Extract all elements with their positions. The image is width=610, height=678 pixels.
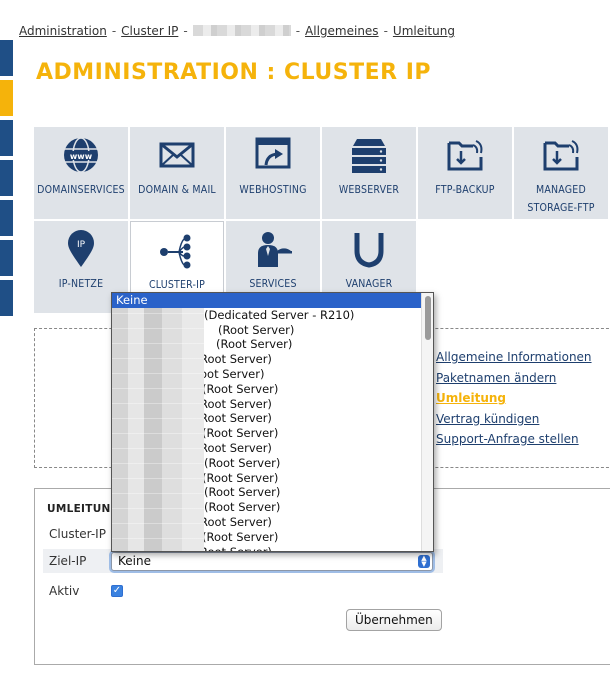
tile-label: WEBSERVER	[338, 184, 400, 196]
tile-label: MANAGED STORAGE-FTP	[527, 184, 595, 214]
side-tab[interactable]	[0, 280, 13, 316]
breadcrumb-cluster-ip[interactable]: Cluster IP	[121, 24, 178, 38]
tile-label: SERVICES	[249, 278, 297, 290]
tile-label: WEBHOSTING	[239, 184, 307, 196]
breadcrumb-administration[interactable]: Administration	[19, 24, 107, 38]
link-allgemeine-informationen[interactable]: Allgemeine Informationen	[436, 347, 592, 368]
service-tiles-row-1: www DOMAINSERVICES DOMAIN & MAIL WEBHOST…	[34, 127, 608, 219]
tile-webhosting[interactable]: WEBHOSTING	[226, 127, 320, 219]
tile-label: VANAGER	[345, 278, 393, 290]
server-stack-icon	[352, 139, 386, 173]
side-strip	[0, 40, 13, 320]
tile-domainservices[interactable]: www DOMAINSERVICES	[34, 127, 128, 219]
section-links: Allgemeine Informationen Paketnamen ände…	[436, 347, 592, 450]
breadcrumb-separator: -	[295, 24, 301, 38]
tile-label: FTP-BACKUP	[435, 184, 495, 196]
breadcrumb: Administration - Cluster IP - - Allgemeines - U…	[19, 24, 455, 38]
tile-managed-storage-ftp[interactable]: MANAGED STORAGE-FTP	[514, 127, 608, 219]
dropdown-option[interactable]: Keine	[112, 293, 422, 308]
link-umleitung[interactable]: Umleitung	[436, 388, 592, 409]
tile-domain-mail[interactable]: DOMAIN & MAIL	[130, 127, 224, 219]
side-tab[interactable]	[0, 200, 13, 236]
page-title: ADMINISTRATION : CLUSTER IP	[36, 60, 432, 85]
ziel-ip-dropdown-list[interactable]: Keine (Dedicated Server - R210) (Root Serv…	[111, 292, 434, 552]
side-tab[interactable]	[0, 120, 13, 156]
ziel-ip-row: Ziel-IP Keine ▲ ▼	[43, 549, 443, 573]
side-tab[interactable]	[0, 40, 13, 76]
tile-cluster-ip[interactable]: CLUSTER-IP	[130, 221, 224, 295]
aktiv-label: Aktiv	[49, 584, 80, 598]
ziel-ip-label: Ziel-IP	[49, 554, 87, 568]
side-tab-active[interactable]	[0, 80, 13, 116]
scrollbar-thumb[interactable]	[425, 296, 431, 340]
redacted-hostnames	[112, 308, 204, 551]
folder-download-icon	[543, 140, 579, 171]
ziel-ip-value: Keine	[118, 553, 151, 568]
tile-label: DOMAIN & MAIL	[138, 184, 216, 196]
side-tab[interactable]	[0, 160, 13, 196]
envelope-icon	[159, 142, 195, 168]
breadcrumb-separator: -	[183, 24, 188, 38]
waiter-icon	[258, 232, 292, 267]
form-title: UMLEITUNG	[47, 503, 120, 515]
vanager-v-icon	[354, 233, 384, 268]
breadcrumb-umleitung[interactable]: Umleitung	[393, 24, 455, 38]
tile-webserver[interactable]: WEBSERVER	[322, 127, 416, 219]
breadcrumb-allgemeines[interactable]: Allgemeines	[305, 24, 379, 38]
tile-label: IP-NETZE	[58, 278, 104, 290]
link-paketnamen-aendern[interactable]: Paketnamen ändern	[436, 368, 592, 389]
browser-upload-icon	[255, 137, 291, 169]
dropdown-scrollbar[interactable]	[421, 293, 433, 551]
cluster-nodes-icon	[160, 234, 191, 269]
tile-label: DOMAINSERVICES	[37, 184, 125, 196]
cluster-ip-label: Cluster-IP	[49, 527, 106, 541]
aktiv-row: Aktiv ✓	[43, 579, 443, 603]
tile-ftp-backup[interactable]: FTP-BACKUP	[418, 127, 512, 219]
side-tab[interactable]	[0, 240, 13, 276]
link-support-anfrage[interactable]: Support-Anfrage stellen	[436, 429, 592, 450]
folder-download-icon	[447, 140, 483, 171]
svg-text:www: www	[70, 152, 93, 161]
svg-text:IP: IP	[77, 240, 86, 250]
breadcrumb-separator: -	[111, 24, 117, 38]
ziel-ip-select[interactable]: Keine ▲ ▼	[111, 551, 433, 571]
breadcrumb-separator: -	[383, 24, 388, 38]
breadcrumb-redacted	[192, 25, 291, 36]
aktiv-checkbox[interactable]: ✓	[111, 585, 123, 597]
select-arrows-icon: ▲ ▼	[418, 554, 430, 568]
ip-pin-icon: IP	[68, 230, 94, 267]
globe-www-icon: www	[64, 137, 98, 173]
link-vertrag-kuendigen[interactable]: Vertrag kündigen	[436, 409, 592, 430]
submit-button[interactable]: Übernehmen	[346, 609, 442, 631]
